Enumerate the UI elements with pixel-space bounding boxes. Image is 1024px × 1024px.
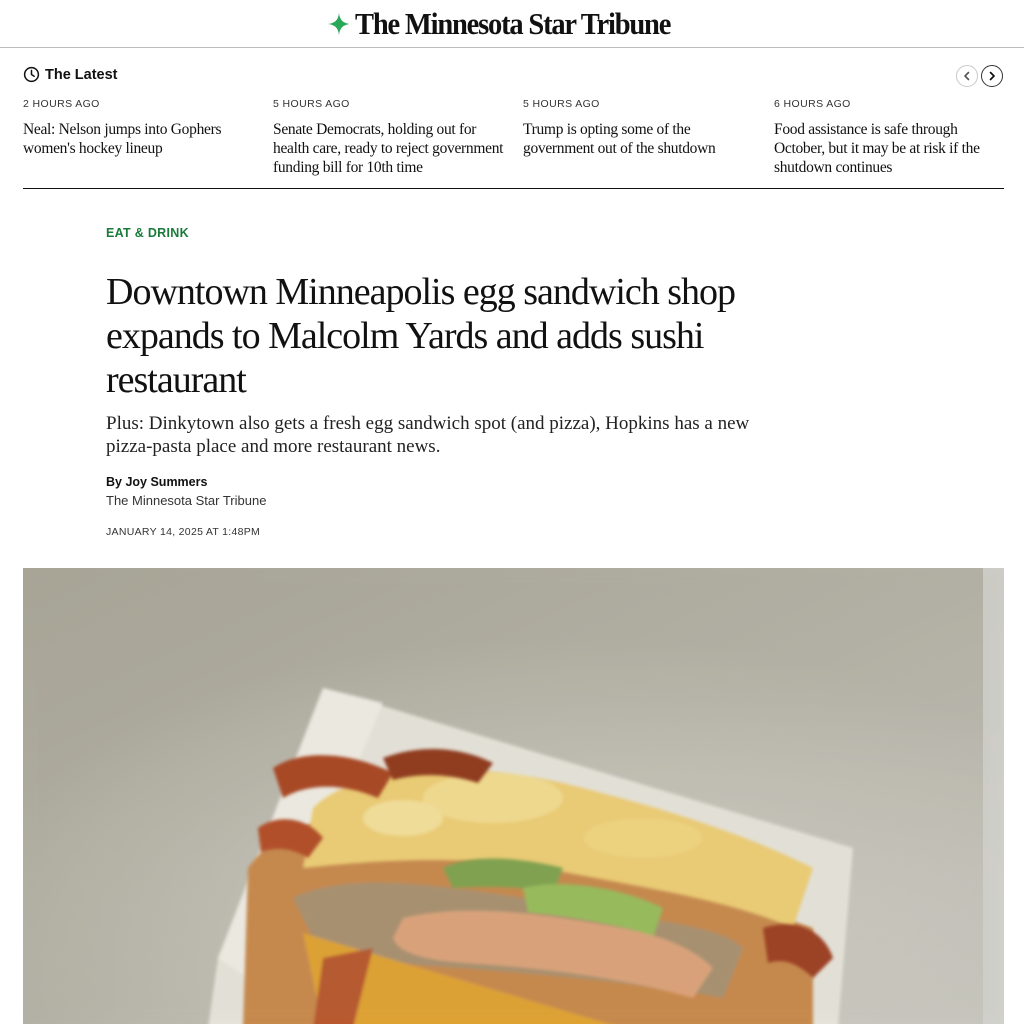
story-time: 2 HOURS AGO xyxy=(23,98,100,110)
section-label-link[interactable]: EAT & DRINK xyxy=(106,226,189,240)
masthead: The Minnesota Star Tribune xyxy=(0,0,1024,48)
story-time: 5 HOURS AGO xyxy=(273,98,350,110)
site-logo[interactable]: The Minnesota Star Tribune xyxy=(327,8,698,39)
chevron-right-icon xyxy=(989,71,995,81)
chevron-left-icon xyxy=(964,71,970,81)
egg-sandwich-photo xyxy=(23,568,1004,1024)
latest-news-bar: The Latest 2 HOURS AGO Neal: Nelson jump… xyxy=(23,62,1004,189)
story-time: 6 HOURS AGO xyxy=(774,98,851,110)
clock-icon xyxy=(23,66,40,83)
byline: By Joy Summers xyxy=(106,475,766,489)
latest-story: 6 HOURS AGO Food assistance is safe thro… xyxy=(774,98,1009,177)
story-headline-link[interactable]: Neal: Nelson jumps into Gophers women's … xyxy=(23,120,258,158)
latest-header: The Latest xyxy=(23,66,118,83)
article-headline: Downtown Minneapolis egg sandwich shop e… xyxy=(106,271,736,401)
latest-title: The Latest xyxy=(45,66,118,83)
story-headline-link[interactable]: Trump is opting some of the government o… xyxy=(523,120,758,158)
carousel-prev-button[interactable] xyxy=(956,65,978,87)
story-time: 5 HOURS AGO xyxy=(523,98,600,110)
four-point-star-icon xyxy=(327,12,350,35)
hero-image xyxy=(23,568,1004,1024)
latest-story: 5 HOURS AGO Senate Democrats, holding ou… xyxy=(273,98,508,177)
carousel-next-button[interactable] xyxy=(981,65,1003,87)
byline-prefix: By xyxy=(106,475,126,489)
story-headline-link[interactable]: Senate Democrats, holding out for health… xyxy=(273,120,508,177)
article-dek: Plus: Dinkytown also gets a fresh egg sa… xyxy=(106,413,750,457)
article-header: EAT & DRINK Downtown Minneapolis egg san… xyxy=(106,224,766,538)
story-headline-link[interactable]: Food assistance is safe through October,… xyxy=(774,120,1009,177)
publish-date: JANUARY 14, 2025 AT 1:48PM xyxy=(106,526,261,538)
brand-name: The Minnesota Star Tribune xyxy=(354,6,671,41)
latest-story: 2 HOURS AGO Neal: Nelson jumps into Goph… xyxy=(23,98,258,158)
publication-name: The Minnesota Star Tribune xyxy=(106,493,267,508)
latest-story: 5 HOURS AGO Trump is opting some of the … xyxy=(523,98,758,158)
author-link[interactable]: Joy Summers xyxy=(125,475,207,489)
